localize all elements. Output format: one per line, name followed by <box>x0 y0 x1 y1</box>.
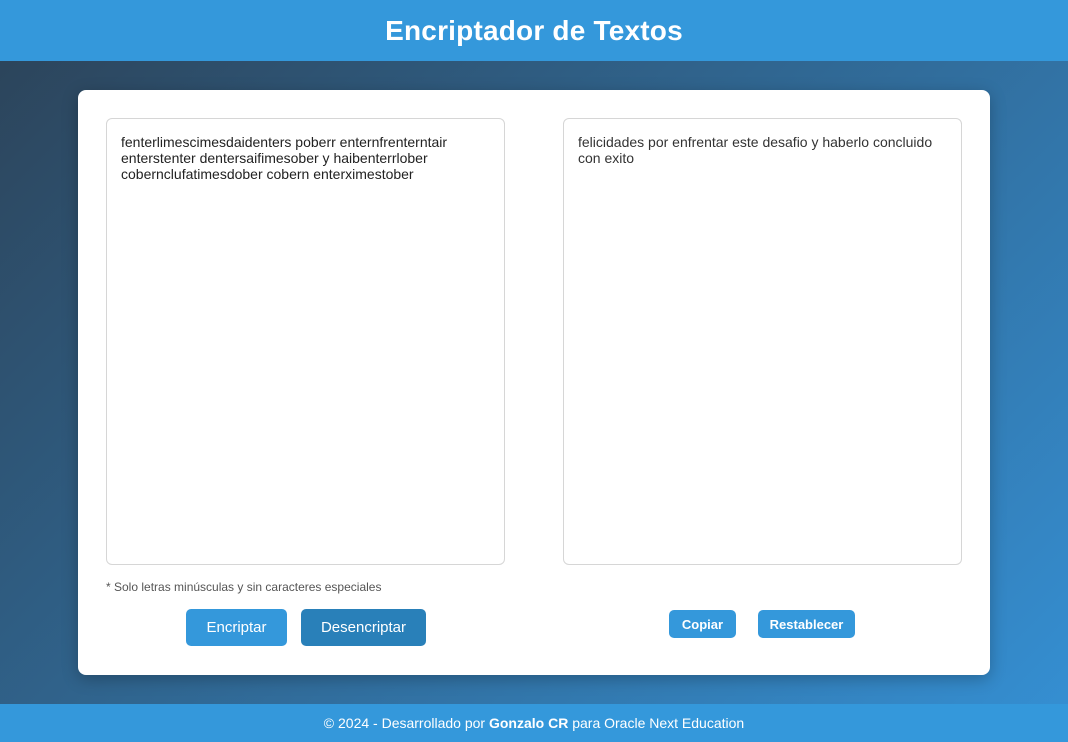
main-card: * Solo letras minúsculas y sin caractere… <box>78 90 990 675</box>
footer-text: © 2024 - Desarrollado por Gonzalo CR par… <box>324 715 744 731</box>
output-textarea[interactable] <box>563 118 962 565</box>
encrypt-button[interactable]: Encriptar <box>186 609 287 646</box>
footer-bar: © 2024 - Desarrollado por Gonzalo CR par… <box>0 704 1068 742</box>
decrypt-button[interactable]: Desencriptar <box>301 609 426 646</box>
input-textarea[interactable] <box>106 118 505 565</box>
header-bar: Encriptador de Textos <box>0 0 1068 61</box>
input-hint: * Solo letras minúsculas y sin caractere… <box>106 580 382 594</box>
footer-author: Gonzalo CR <box>488 715 569 731</box>
footer-suffix: para Oracle Next Education <box>568 715 745 731</box>
page-title: Encriptador de Textos <box>385 14 683 46</box>
copy-button[interactable]: Copiar <box>669 610 736 638</box>
footer-prefix: © 2024 - Desarrollado por <box>323 715 489 731</box>
reset-button[interactable]: Restablecer <box>758 610 855 638</box>
